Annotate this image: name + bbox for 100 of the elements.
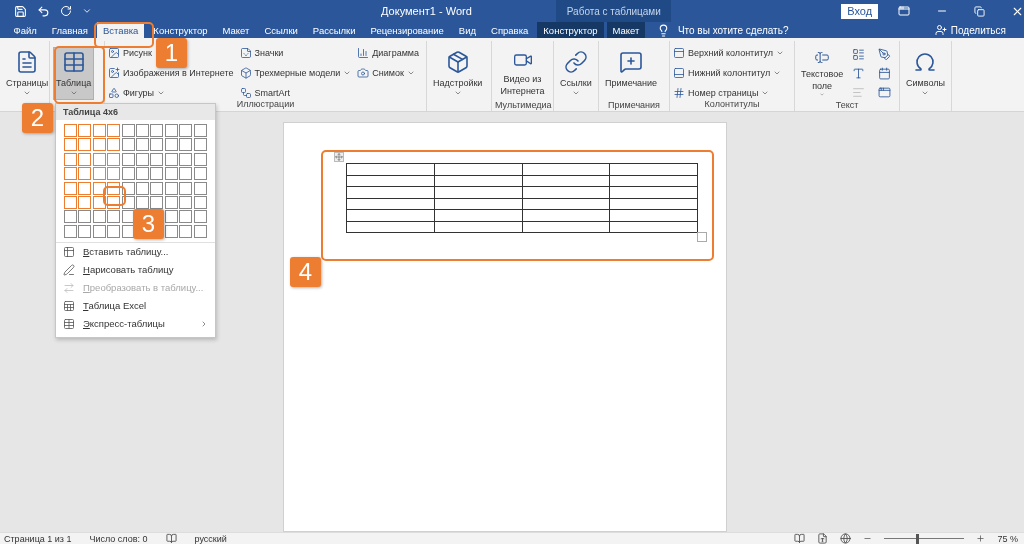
grid-cell[interactable] — [193, 124, 207, 137]
move-handle-icon[interactable] — [334, 152, 344, 162]
menu-item[interactable]: Экспресс-таблицы — [56, 314, 215, 333]
grid-cell[interactable] — [121, 152, 135, 166]
grid-cell[interactable] — [164, 124, 178, 137]
redo-icon[interactable] — [60, 5, 72, 17]
grid-cell[interactable] — [179, 167, 193, 181]
grid-cell[interactable] — [78, 210, 92, 224]
grid-cell[interactable] — [150, 138, 164, 152]
ribbon-tab[interactable]: Ссылки — [258, 22, 304, 38]
grid-cell[interactable] — [78, 167, 92, 181]
ribbon-tab[interactable]: Рецензирование — [364, 22, 450, 38]
grid-cell[interactable] — [135, 138, 149, 152]
grid-cell[interactable] — [92, 181, 106, 195]
grid-cell[interactable] — [92, 167, 106, 181]
ribbon-tab[interactable]: Главная — [45, 22, 95, 38]
grid-cell[interactable] — [64, 167, 77, 181]
ribbon-button[interactable]: Страницы — [3, 47, 52, 100]
grid-cell[interactable] — [179, 152, 193, 166]
grid-cell[interactable] — [64, 195, 77, 209]
grid-cell[interactable] — [135, 195, 149, 209]
grid-cell[interactable] — [164, 224, 178, 238]
grid-cell[interactable] — [150, 124, 164, 137]
ribbon-tab[interactable]: Конструктор — [147, 22, 214, 38]
grid-cell[interactable] — [107, 167, 121, 181]
grid-cell[interactable] — [135, 124, 149, 137]
grid-cell[interactable] — [92, 210, 106, 224]
signin-button[interactable]: Вход — [841, 3, 878, 19]
grid-cell[interactable] — [78, 181, 92, 195]
grid-cell[interactable] — [64, 138, 77, 152]
grid-cell[interactable] — [193, 210, 207, 224]
ribbon-button[interactable]: Фигуры — [108, 86, 234, 99]
ribbon-button[interactable]: Символы — [903, 47, 948, 100]
grid-cell[interactable] — [121, 195, 135, 209]
ribbon-button[interactable]: Текстовое поле — [798, 47, 847, 100]
grid-cell[interactable] — [179, 138, 193, 152]
ribbon-button[interactable]: Номер страницы — [673, 86, 785, 99]
ribbon-button[interactable]: Трехмерные модели — [239, 66, 352, 79]
save-icon[interactable] — [14, 4, 27, 18]
grid-cell[interactable] — [193, 224, 207, 238]
ribbon-display-icon[interactable] — [898, 5, 910, 17]
menu-item[interactable]: Нарисовать таблицу — [56, 260, 215, 279]
zoom-level[interactable]: 75 % — [997, 533, 1018, 544]
menu-item[interactable]: Таблица Excel — [56, 296, 215, 315]
grid-cell[interactable] — [107, 210, 121, 224]
ribbon-tab[interactable]: Макет — [606, 22, 646, 38]
grid-cell[interactable] — [164, 152, 178, 166]
ribbon-tab[interactable]: Макет — [216, 22, 256, 38]
ribbon-button[interactable]: Снимок — [357, 66, 420, 79]
ribbon-button[interactable]: Таблица — [53, 47, 95, 100]
ribbon-button[interactable]: Примечание — [602, 47, 661, 100]
ribbon-tab[interactable]: Вид — [452, 22, 483, 38]
grid-cell[interactable] — [121, 124, 135, 137]
ribbon-button[interactable]: Видео из Интернета — [495, 47, 550, 100]
ribbon-button[interactable]: Верхний колонтитул — [673, 46, 785, 59]
grid-cell[interactable] — [92, 152, 106, 166]
grid-cell[interactable] — [179, 210, 193, 224]
grid-cell[interactable] — [78, 124, 92, 137]
grid-cell[interactable] — [164, 210, 178, 224]
ribbon-tab[interactable]: Справка — [485, 22, 535, 38]
grid-cell[interactable] — [164, 195, 178, 209]
grid-cell[interactable] — [164, 138, 178, 152]
ribbon-tab[interactable]: Рассылки — [306, 22, 362, 38]
grid-cell[interactable] — [107, 224, 121, 238]
grid-cell[interactable] — [107, 124, 121, 137]
restore-icon[interactable] — [974, 5, 985, 17]
grid-cell[interactable] — [107, 138, 121, 152]
grid-cell[interactable] — [92, 224, 106, 238]
grid-cell[interactable] — [193, 195, 207, 209]
ribbon-tab[interactable]: Файл — [7, 22, 43, 38]
grid-cell[interactable] — [150, 152, 164, 166]
grid-cell[interactable] — [179, 195, 193, 209]
ribbon-button[interactable]: Изображения в Интернете — [108, 66, 234, 79]
customize-icon[interactable] — [82, 6, 92, 16]
grid-cell[interactable] — [64, 124, 77, 137]
grid-cell[interactable] — [64, 224, 77, 238]
grid-cell[interactable] — [193, 167, 207, 181]
grid-cell[interactable] — [193, 152, 207, 166]
grid-cell[interactable] — [150, 167, 164, 181]
grid-cell[interactable] — [64, 152, 77, 166]
grid-cell[interactable] — [78, 195, 92, 209]
ribbon-button[interactable]: Диаграмма — [357, 46, 420, 59]
ribbon-tab[interactable]: Конструктор — [537, 22, 604, 38]
grid-cell[interactable] — [78, 224, 92, 238]
grid-cell[interactable] — [78, 152, 92, 166]
grid-cell[interactable] — [193, 138, 207, 152]
grid-cell[interactable] — [150, 195, 164, 209]
ribbon-button[interactable]: Надстройки — [430, 47, 486, 100]
zoom-thumb[interactable] — [916, 533, 920, 544]
ribbon-button[interactable]: Значки — [239, 46, 352, 59]
resize-handle[interactable] — [697, 232, 707, 242]
grid-cell[interactable] — [135, 152, 149, 166]
grid-cell[interactable] — [193, 181, 207, 195]
share-button[interactable]: Поделиться — [928, 22, 1012, 38]
grid-cell[interactable] — [164, 181, 178, 195]
grid-cell[interactable] — [164, 167, 178, 181]
ribbon-button[interactable]: SmartArt — [239, 86, 352, 99]
grid-cell[interactable] — [150, 181, 164, 195]
ribbon-button[interactable]: Нижний колонтитул — [673, 66, 785, 79]
grid-cell[interactable] — [121, 181, 135, 195]
